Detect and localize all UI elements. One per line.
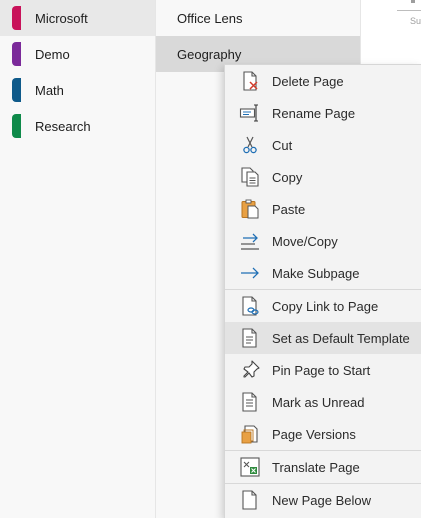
menu-item-label: Set as Default Template [272, 330, 410, 346]
section-item-microsoft[interactable]: Microsoft [0, 0, 155, 36]
menu-item-new-page-below[interactable]: New Page Below [225, 484, 421, 516]
menu-item-translate-page[interactable]: Translate Page [225, 451, 421, 483]
section-label: Math [35, 82, 64, 98]
page-label: Office Lens [177, 10, 243, 26]
menu-item-label: Copy Link to Page [272, 298, 379, 314]
section-label: Demo [35, 46, 70, 62]
section-item-demo[interactable]: Demo [0, 36, 155, 72]
canvas-mark [411, 0, 415, 3]
menu-item-rename-page[interactable]: Rename Page [225, 97, 421, 129]
copy-link-icon [242, 296, 259, 316]
menu-item-paste[interactable]: Paste [225, 193, 421, 225]
menu-item-label: New Page Below [272, 492, 371, 508]
onenote-app: Microsoft Demo Math Research Office Lens… [0, 0, 421, 518]
menu-item-label: Page Versions [272, 426, 356, 442]
section-label: Research [35, 118, 91, 134]
canvas-text: Su [410, 16, 421, 26]
section-item-research[interactable]: Research [0, 108, 155, 144]
paste-icon [241, 199, 259, 219]
menu-item-delete-page[interactable]: Delete Page [225, 65, 421, 97]
page-item-office-lens[interactable]: Office Lens [156, 0, 360, 36]
copy-icon [241, 167, 259, 187]
section-color-tab [12, 114, 21, 138]
page-context-menu: Delete Page Rename Page Cut Copy Paste M… [224, 64, 421, 518]
template-page-icon [242, 328, 257, 348]
menu-item-copy[interactable]: Copy [225, 161, 421, 193]
translate-page-icon [240, 457, 260, 477]
rename-page-icon [239, 104, 258, 122]
menu-item-set-as-default-template[interactable]: Set as Default Template [225, 322, 421, 354]
menu-item-label: Make Subpage [272, 265, 360, 281]
section-color-tab [12, 42, 21, 66]
menu-item-label: Paste [272, 201, 306, 217]
menu-item-move-copy[interactable]: Move/Copy [225, 225, 421, 257]
section-item-math[interactable]: Math [0, 72, 155, 108]
section-color-tab [12, 6, 21, 30]
scissors-icon [243, 136, 257, 154]
unread-page-icon [242, 392, 257, 412]
pin-icon [243, 360, 260, 378]
delete-page-icon [243, 71, 258, 91]
menu-item-label: Delete Page [272, 73, 344, 89]
menu-item-label: Translate Page [272, 459, 360, 475]
move-copy-icon [241, 233, 259, 250]
menu-item-label: Move/Copy [272, 233, 338, 249]
menu-item-label: Pin Page to Start [272, 362, 371, 378]
section-label: Microsoft [35, 10, 88, 26]
menu-item-make-subpage[interactable]: Make Subpage [225, 257, 421, 289]
sections-pane: Microsoft Demo Math Research [0, 0, 156, 518]
menu-item-cut[interactable]: Cut [225, 129, 421, 161]
page-label: Geography [177, 46, 242, 62]
page-versions-icon [241, 425, 258, 444]
menu-item-page-versions[interactable]: Page Versions [225, 418, 421, 450]
menu-item-label: Mark as Unread [272, 394, 365, 410]
canvas-divider [397, 10, 421, 11]
menu-item-label: Copy [272, 169, 303, 185]
menu-item-copy-link-to-page[interactable]: Copy Link to Page [225, 290, 421, 322]
section-color-tab [12, 78, 21, 102]
menu-item-label: Rename Page [272, 105, 356, 121]
menu-item-pin-page-to-start[interactable]: Pin Page to Start [225, 354, 421, 386]
arrow-right-icon [241, 267, 259, 279]
menu-item-mark-as-unread[interactable]: Mark as Unread [225, 386, 421, 418]
new-page-icon [242, 490, 257, 510]
menu-item-label: Cut [272, 137, 293, 153]
